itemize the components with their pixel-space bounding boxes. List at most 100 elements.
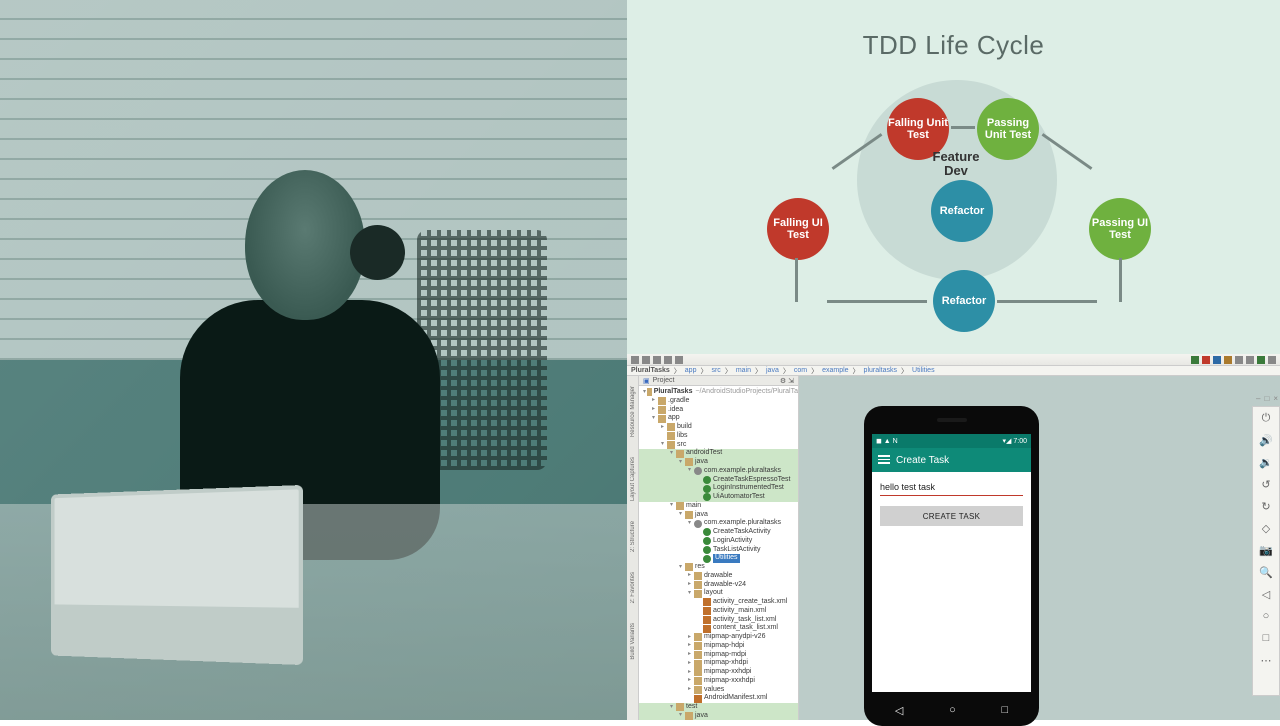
- breadcrumb-item[interactable]: Utilities: [912, 367, 935, 374]
- side-tab-structure[interactable]: 2: Structure: [630, 521, 636, 552]
- tree-item[interactable]: ▾main: [639, 502, 798, 511]
- maximize-button[interactable]: □: [1264, 394, 1269, 403]
- tree-item[interactable]: ▾test: [639, 703, 798, 712]
- tree-item[interactable]: LoginActivity: [639, 537, 798, 546]
- create-task-button[interactable]: CREATE TASK: [880, 506, 1023, 526]
- emulator-tool-button[interactable]: 🔍: [1259, 565, 1273, 579]
- breadcrumb-item[interactable]: pluraltasks: [864, 367, 897, 374]
- emulator-tool-button[interactable]: ↻: [1259, 499, 1273, 513]
- tree-item[interactable]: UiAutomatorTest: [639, 493, 798, 502]
- stop-icon[interactable]: [1202, 356, 1210, 364]
- emulator-tool-button[interactable]: ⋯: [1259, 653, 1273, 667]
- tree-item[interactable]: Utilities: [639, 554, 798, 563]
- avd-icon[interactable]: [1224, 356, 1232, 364]
- tree-item[interactable]: ▾src: [639, 441, 798, 450]
- tree-item[interactable]: activity_create_task.xml: [639, 598, 798, 607]
- tree-item[interactable]: LoginInstrumentedTest: [639, 484, 798, 493]
- sync-icon[interactable]: [1257, 356, 1265, 364]
- side-tab-build-variants[interactable]: Build Variants: [630, 623, 636, 660]
- tree-item[interactable]: ▾res: [639, 563, 798, 572]
- side-tab-favorites[interactable]: 2: Favorites: [630, 572, 636, 603]
- arrow: [951, 126, 975, 129]
- toolbar-icon[interactable]: [631, 356, 639, 364]
- toolbar-icon[interactable]: [1268, 356, 1276, 364]
- arrow: [997, 300, 1097, 303]
- tree-item[interactable]: ▸mipmap-xxhdpi: [639, 668, 798, 677]
- breadcrumb-item[interactable]: src: [711, 367, 720, 374]
- task-name-input[interactable]: hello test task: [880, 482, 1023, 496]
- toolbar-icon[interactable]: [1246, 356, 1254, 364]
- tree-item[interactable]: ▸mipmap-xxxhdpi: [639, 677, 798, 686]
- breadcrumb-item[interactable]: example: [822, 367, 848, 374]
- side-tab-layout-captures[interactable]: Layout Captures: [630, 457, 636, 501]
- android-nav-bar: ◁ ○ □: [872, 700, 1031, 720]
- breadcrumb-item[interactable]: java: [766, 367, 779, 374]
- emulator-tool-button[interactable]: 📷: [1259, 543, 1273, 557]
- emulator-tool-button[interactable]: ○: [1259, 609, 1273, 623]
- emulator-tool-button[interactable]: ◁: [1259, 587, 1273, 601]
- tree-item[interactable]: ▸mipmap-hdpi: [639, 642, 798, 651]
- tree-item[interactable]: ▾java: [639, 511, 798, 520]
- breadcrumb-item[interactable]: main: [736, 367, 751, 374]
- tree-item[interactable]: ▾com.example.pluraltasks: [639, 467, 798, 476]
- tree-item[interactable]: ▾app: [639, 414, 798, 423]
- minimize-button[interactable]: –: [1256, 394, 1260, 403]
- tree-item[interactable]: content_task_list.xml: [639, 624, 798, 633]
- close-button[interactable]: ×: [1273, 394, 1278, 403]
- toolbar-icon[interactable]: [642, 356, 650, 364]
- ide-toolbar: [627, 354, 1280, 366]
- tree-item[interactable]: ▸mipmap-mdpi: [639, 651, 798, 660]
- hamburger-icon[interactable]: [878, 455, 890, 465]
- tree-item[interactable]: AndroidManifest.xml: [639, 694, 798, 703]
- emulator-tool-button[interactable]: ⏻: [1259, 411, 1273, 425]
- tree-item[interactable]: ▾layout: [639, 589, 798, 598]
- tree-item[interactable]: ▸drawable: [639, 572, 798, 581]
- project-tree-header: ▣ Project ⚙ ⇲: [639, 376, 798, 386]
- emulator-tool-button[interactable]: 🔊: [1259, 433, 1273, 447]
- tree-item[interactable]: ▸values: [639, 686, 798, 695]
- tree-item[interactable]: TaskListActivity: [639, 546, 798, 555]
- breadcrumb-item[interactable]: PluralTasks: [631, 367, 670, 374]
- emulator-window-controls: – □ ×: [1256, 394, 1278, 403]
- tree-item[interactable]: ▾com.example.pluraltasks: [639, 519, 798, 528]
- tree-item[interactable]: CreateTaskEspressoTest: [639, 476, 798, 485]
- toolbar-icon[interactable]: [653, 356, 661, 364]
- side-tab-resource-manager[interactable]: Resource Manager: [630, 386, 636, 437]
- diagram-center-label: Feature Dev: [921, 150, 991, 179]
- emulator-tool-button[interactable]: ◇: [1259, 521, 1273, 535]
- course-author-photo: [0, 0, 627, 720]
- home-button[interactable]: ○: [949, 704, 956, 716]
- tree-item[interactable]: ▾java: [639, 712, 798, 720]
- toolbar-icon[interactable]: [675, 356, 683, 364]
- tree-item[interactable]: ▸mipmap-anydpi-v26: [639, 633, 798, 642]
- tree-item[interactable]: libs: [639, 432, 798, 441]
- tree-item[interactable]: ▸drawable-v24: [639, 581, 798, 590]
- back-button[interactable]: ◁: [895, 704, 903, 717]
- editor-preview-area: – □ × ◼ ▲ N ▾◢ 7:00 Create Task hello te…: [799, 376, 1280, 720]
- tree-root[interactable]: ▾ PluralTasks ~/AndroidStudioProjects/Pl…: [639, 388, 798, 397]
- node-refactor-inner: Refactor: [931, 180, 993, 242]
- tree-item[interactable]: ▸.idea: [639, 406, 798, 415]
- breadcrumb-item[interactable]: app: [685, 367, 697, 374]
- toolbar-icon[interactable]: [1235, 356, 1243, 364]
- tree-item[interactable]: activity_main.xml: [639, 607, 798, 616]
- emulator-tool-button[interactable]: 🔉: [1259, 455, 1273, 469]
- tree-item[interactable]: CreateTaskActivity: [639, 528, 798, 537]
- toolbar-icon[interactable]: [664, 356, 672, 364]
- tree-item[interactable]: ▾androidTest: [639, 449, 798, 458]
- tree-item[interactable]: ▸mipmap-xhdpi: [639, 659, 798, 668]
- recent-apps-button[interactable]: □: [1001, 704, 1008, 716]
- debug-icon[interactable]: [1213, 356, 1221, 364]
- phone-screen: ◼ ▲ N ▾◢ 7:00 Create Task hello test tas…: [872, 434, 1031, 692]
- breadcrumb-item[interactable]: com: [794, 367, 807, 374]
- arrow: [827, 300, 927, 303]
- tree-item[interactable]: activity_task_list.xml: [639, 616, 798, 625]
- emulator-tool-button[interactable]: ↺: [1259, 477, 1273, 491]
- emulator-tool-button[interactable]: □: [1259, 631, 1273, 645]
- run-icon[interactable]: [1191, 356, 1199, 364]
- tree-item[interactable]: ▾java: [639, 458, 798, 467]
- tree-item[interactable]: ▸.gradle: [639, 397, 798, 406]
- tree-item[interactable]: ▸build: [639, 423, 798, 432]
- node-failing-ui-test: Falling UI Test: [767, 198, 829, 260]
- diagram-title: TDD Life Cycle: [627, 30, 1280, 61]
